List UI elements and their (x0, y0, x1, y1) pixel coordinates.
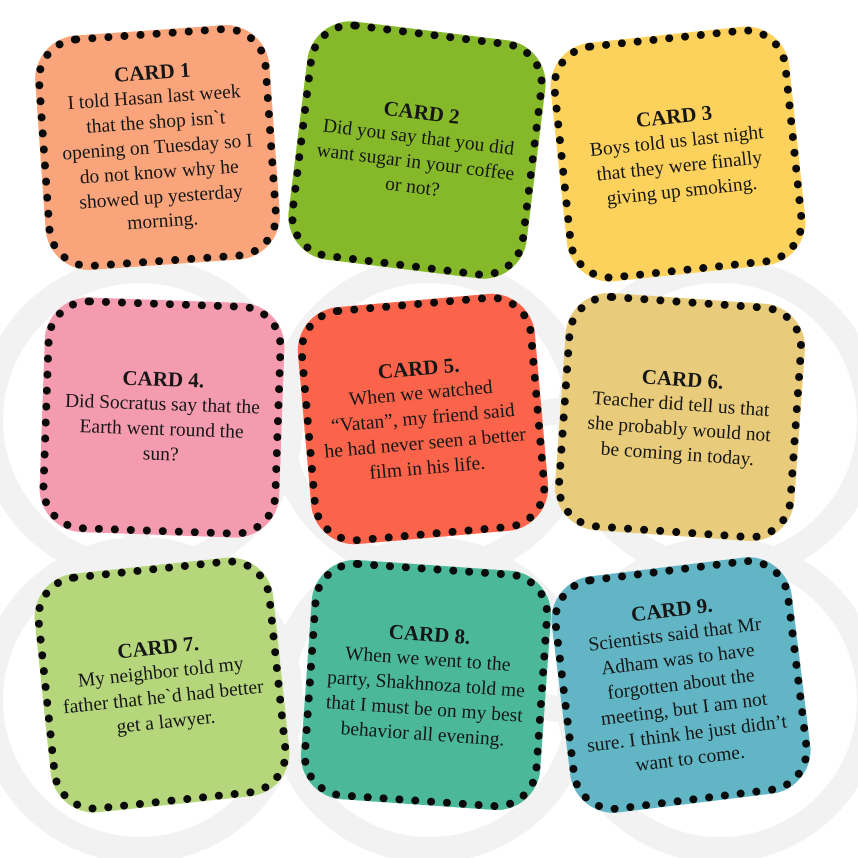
card-text: Boys told us last night that they were f… (588, 121, 765, 210)
card-title: CARD 4. (122, 365, 205, 393)
card-7: CARD 7. My neighbor told my father that … (30, 553, 294, 817)
card-text: Did you say that you did want sugar in y… (315, 115, 516, 201)
card-9: CARD 9. Scientists said that Mr Adham wa… (546, 552, 816, 818)
card-text: Scientists said that Mr Adham was to hav… (585, 614, 789, 777)
card-text: Did Socratus say that the Earth went rou… (64, 390, 261, 466)
card-2: CARD 2 Did you say that you did want sug… (283, 16, 551, 284)
card-text: I told Hasan last week that the shop isn… (61, 80, 254, 235)
card-title: CARD 8. (387, 619, 472, 649)
card-title: CARD 1 (113, 57, 192, 87)
card-1: CARD 1 I told Hasan last week that the s… (32, 22, 283, 273)
card-3: CARD 3 Boys told us last night that they… (546, 22, 810, 286)
card-text: When we watched “Vatan”, my friend said … (323, 377, 527, 484)
card-text: When we went to the party, Shakhnoza tol… (325, 643, 526, 751)
card-8: CARD 8. When we went to the party, Shakh… (297, 556, 555, 814)
card-text: Teacher did tell us that she probably wo… (586, 387, 772, 470)
card-5: CARD 5. When we watched “Vatan”, my frie… (294, 290, 552, 548)
card-6: CARD 6. Teacher did tell us that she pro… (551, 289, 809, 545)
card-text: My neighbor told my father that he`d had… (62, 653, 265, 738)
card-title: CARD 6. (641, 363, 725, 394)
card-4: CARD 4. Did Socratus say that the Earth … (37, 295, 287, 540)
